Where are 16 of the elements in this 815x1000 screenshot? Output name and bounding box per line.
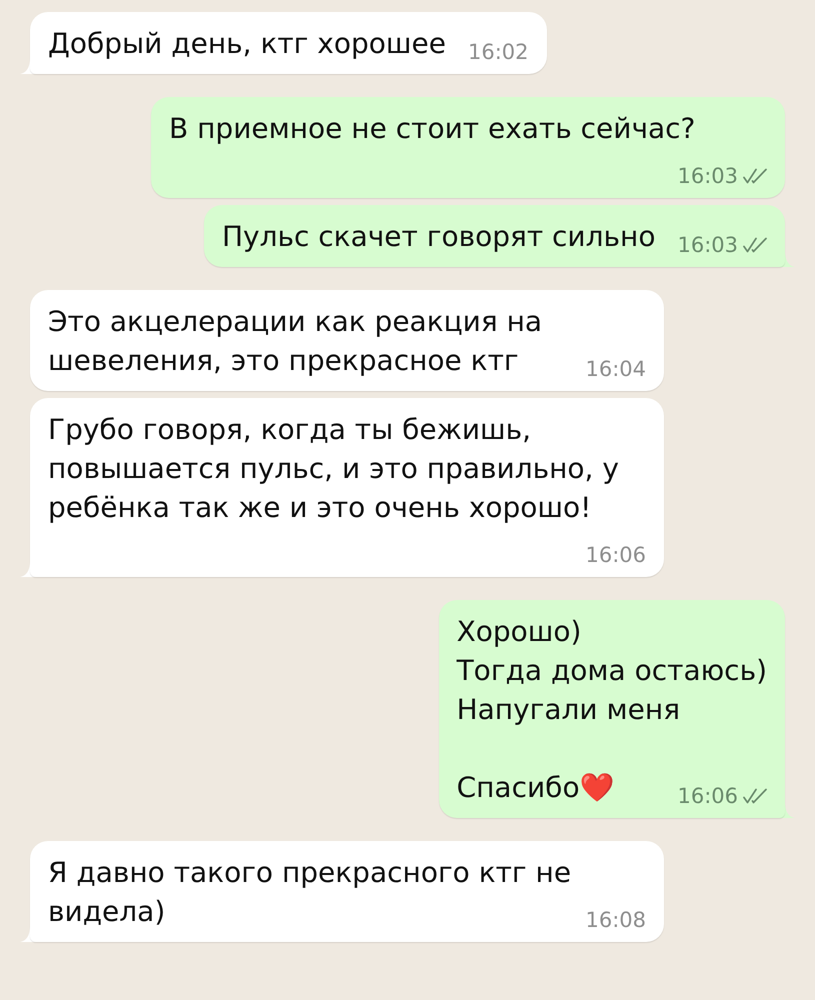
message-text: Спасибо — [456, 771, 580, 804]
message-text: Это акцелерации как реакция на шевеления, это прекрасное ктг — [48, 305, 542, 377]
message-time: 16:02 — [468, 39, 528, 65]
message-time: 16:04 — [585, 356, 646, 382]
message-text: Пульс скачет говорят сильно — [222, 220, 656, 253]
heart-icon: ❤ — [580, 771, 615, 804]
message-text: Грубо говоря, когда ты бежишь, повышается пульс, и это правильно, у ребёнка так же и это очень хорошо! — [48, 413, 619, 524]
message-time: 16:08 — [585, 907, 646, 933]
message-text: Добрый день, ктг хорошее — [48, 27, 446, 60]
message-text: В приемное не стоит ехать сейчас? — [169, 112, 696, 145]
message-time: 16:03 — [677, 232, 738, 258]
message-time: 16:06 — [677, 783, 738, 809]
message-text: Я давно такого прекрасного ктг не видела) — [48, 856, 572, 928]
message-text: Хорошо) Тогда дома остаюсь) Напугали меня — [456, 614, 767, 728]
message-time: 16:06 — [585, 542, 646, 568]
message-time: 16:03 — [677, 163, 738, 189]
